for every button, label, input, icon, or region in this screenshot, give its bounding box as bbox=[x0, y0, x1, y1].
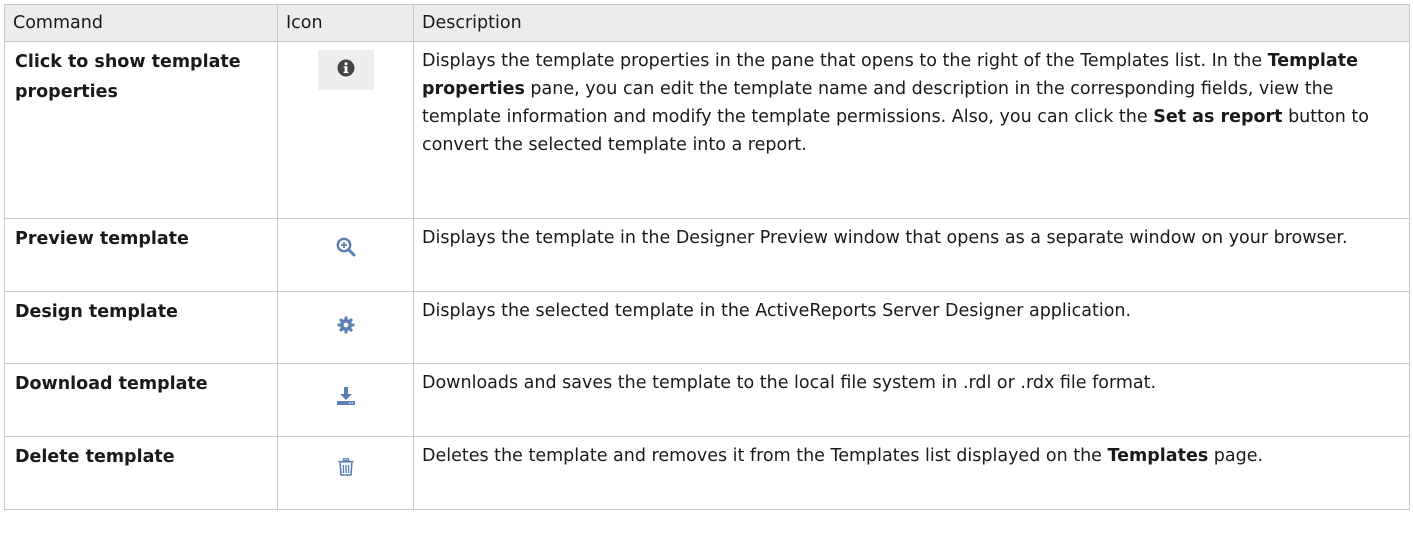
trash-icon[interactable] bbox=[322, 449, 370, 481]
command-description: Displays the template in the Designer Pr… bbox=[413, 218, 1410, 292]
command-name: Download template bbox=[4, 363, 278, 437]
command-name: Click to show template properties bbox=[4, 41, 278, 219]
zoom-in-icon[interactable] bbox=[322, 231, 370, 263]
table-row: Design template Displays the selected te… bbox=[4, 291, 1410, 364]
column-header-description: Description bbox=[413, 4, 1410, 42]
command-name: Delete template bbox=[4, 436, 278, 510]
command-description: Displays the template properties in the … bbox=[413, 41, 1410, 219]
command-description: Downloads and saves the template to the … bbox=[413, 363, 1410, 437]
command-description: Displays the selected template in the Ac… bbox=[413, 291, 1410, 364]
command-name: Design template bbox=[4, 291, 278, 364]
table-header-row: Command Icon Description bbox=[4, 4, 1410, 42]
column-header-icon: Icon bbox=[277, 4, 414, 42]
commands-table: Command Icon Description Click to show t… bbox=[4, 4, 1410, 510]
table-row: Click to show template properties Displa… bbox=[4, 41, 1410, 219]
command-description: Deletes the template and removes it from… bbox=[413, 436, 1410, 510]
column-header-command: Command bbox=[4, 4, 278, 42]
download-icon[interactable] bbox=[322, 376, 370, 408]
info-icon[interactable] bbox=[317, 50, 374, 90]
table-row: Delete template Deletes the template and… bbox=[4, 436, 1410, 510]
table-row: Preview template Displays the template i… bbox=[4, 218, 1410, 292]
gear-icon[interactable] bbox=[322, 304, 370, 336]
command-name: Preview template bbox=[4, 218, 278, 292]
table-row: Download template Downloads and saves th… bbox=[4, 363, 1410, 437]
